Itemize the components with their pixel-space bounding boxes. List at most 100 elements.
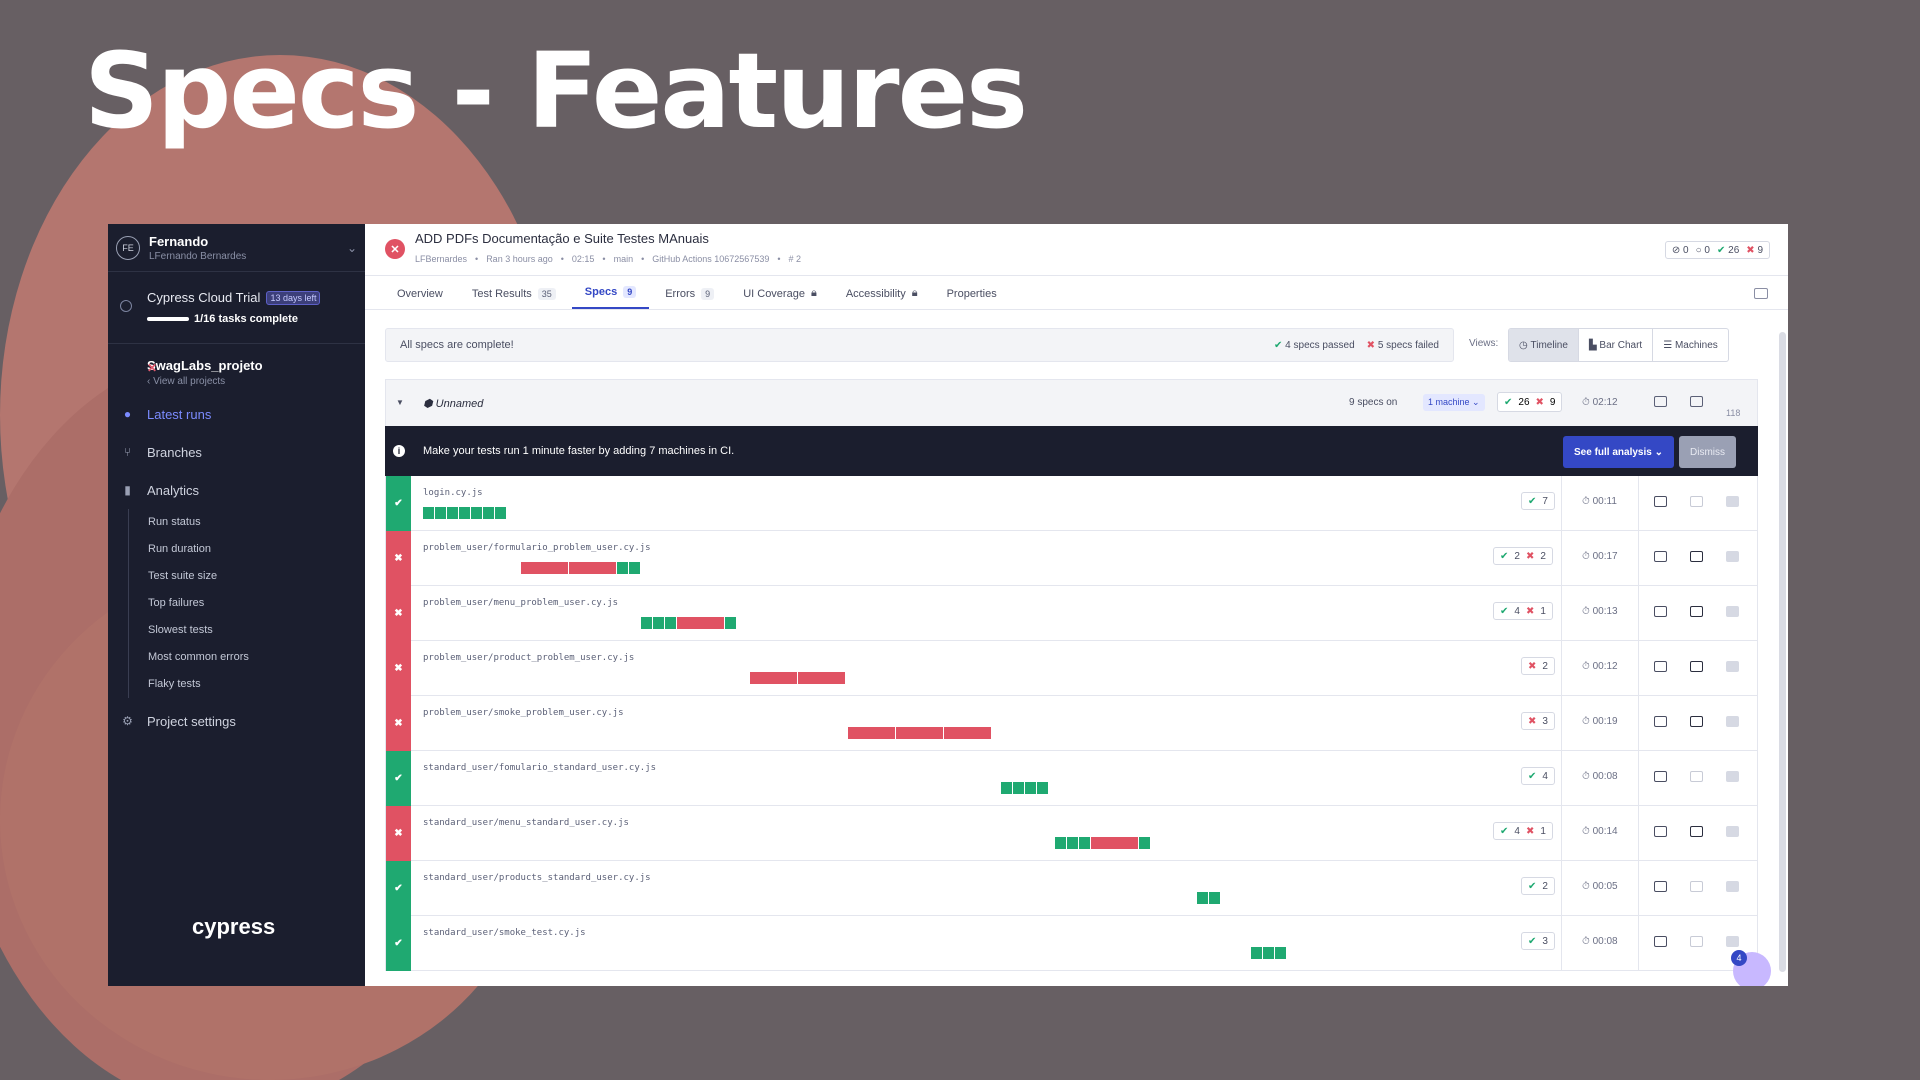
screenshot-icon[interactable] xyxy=(1690,936,1703,947)
timeline-test-failed[interactable] xyxy=(896,727,944,739)
video-icon[interactable] xyxy=(1726,936,1739,947)
chevron-down-icon[interactable]: ⌄ xyxy=(347,241,357,255)
timeline-test-passed[interactable] xyxy=(1036,782,1048,794)
timeline-test-passed[interactable] xyxy=(459,507,470,519)
screenshot-icon[interactable] xyxy=(1690,661,1703,672)
timeline-test-passed[interactable] xyxy=(629,562,641,574)
nav-project-settings[interactable]: ⚙ Project settings xyxy=(108,702,365,740)
dismiss-button[interactable]: Dismiss xyxy=(1679,436,1736,468)
spec-row[interactable]: ✔ standard_user/fomulario_standard_user.c… xyxy=(385,751,1758,806)
timeline-test-failed[interactable] xyxy=(677,617,724,629)
timeline-test-passed[interactable] xyxy=(1079,837,1091,849)
timeline-test-passed[interactable] xyxy=(1139,837,1151,849)
spec-row[interactable]: ✔ standard_user/products_standard_user.cy… xyxy=(385,861,1758,916)
view-bar-chart-button[interactable]: ▙ Bar Chart xyxy=(1579,329,1654,361)
timeline-test-passed[interactable] xyxy=(653,617,664,629)
view-all-projects-link[interactable]: ‹ View all projects xyxy=(147,376,365,387)
spec-row[interactable]: ✖ problem_user/smoke_problem_user.cy.js ✖ 3… xyxy=(385,696,1758,751)
timeline-test-failed[interactable] xyxy=(521,562,569,574)
timeline-test-passed[interactable] xyxy=(1208,892,1220,904)
timeline-test-failed[interactable] xyxy=(944,727,992,739)
screenshot-icon[interactable] xyxy=(1690,606,1703,617)
analytics-item[interactable]: Run status xyxy=(148,509,365,536)
scrollbar[interactable] xyxy=(1779,332,1786,972)
spec-group-header[interactable]: ▼ ⬢ Unnamed 9 specs on 1 machine ⌄ ✔ 26 ✖ 9… xyxy=(385,379,1758,427)
timeline-test-passed[interactable] xyxy=(447,507,458,519)
output-icon[interactable] xyxy=(1654,551,1667,562)
timeline-test-passed[interactable] xyxy=(617,562,629,574)
machine-dropdown[interactable]: 1 machine ⌄ xyxy=(1423,394,1485,411)
timeline-test-passed[interactable] xyxy=(1196,892,1208,904)
timeline-test-passed[interactable] xyxy=(641,617,652,629)
help-button[interactable]: 4 xyxy=(1731,950,1771,986)
tab-properties[interactable]: Properties xyxy=(947,288,1010,309)
spec-path[interactable]: problem_user/product_problem_user.cy.js xyxy=(423,653,634,663)
timeline-test-passed[interactable] xyxy=(1263,947,1275,959)
timeline-test-failed[interactable] xyxy=(750,672,797,684)
timeline-test-failed[interactable] xyxy=(798,672,845,684)
timeline-test-failed[interactable] xyxy=(569,562,617,574)
output-icon[interactable] xyxy=(1654,771,1667,782)
tab-accessibility[interactable]: Accessibility 🔒︎ xyxy=(846,287,931,309)
output-icon[interactable] xyxy=(1654,716,1667,727)
analytics-item[interactable]: Flaky tests xyxy=(148,671,365,698)
archive-icon[interactable] xyxy=(1754,288,1768,299)
tab-specs[interactable]: Specs 9 xyxy=(571,286,650,309)
timeline-test-passed[interactable] xyxy=(471,507,482,519)
timeline-test-failed[interactable] xyxy=(848,727,896,739)
timeline-test-passed[interactable] xyxy=(1251,947,1263,959)
nav-latest-runs[interactable]: ● Latest runs xyxy=(108,395,365,433)
spec-row[interactable]: ✖ problem_user/formulario_problem_user.cy… xyxy=(385,531,1758,586)
timeline-test-passed[interactable] xyxy=(483,507,494,519)
spec-path[interactable]: problem_user/smoke_problem_user.cy.js xyxy=(423,708,623,718)
screenshot-icon[interactable] xyxy=(1690,496,1703,507)
tab-test-results[interactable]: Test Results 35 xyxy=(472,288,569,309)
run-branch[interactable]: main xyxy=(614,254,634,264)
user-switcher[interactable]: FE Fernando LFernando Bernardes ⌄ xyxy=(108,224,365,272)
screenshot-icon[interactable] xyxy=(1690,771,1703,782)
view-timeline-button[interactable]: ◷ Timeline xyxy=(1509,329,1579,361)
run-ci[interactable]: GitHub Actions 10672567539 xyxy=(652,254,769,264)
timeline-test-passed[interactable] xyxy=(1055,837,1067,849)
video-icon[interactable] xyxy=(1726,771,1739,782)
screenshot-icon[interactable] xyxy=(1690,826,1703,837)
video-icon[interactable] xyxy=(1726,496,1739,507)
spec-row[interactable]: ✔ login.cy.js ✔ 7 ⏱ 00:11 xyxy=(385,476,1758,531)
spec-row[interactable]: ✖ problem_user/menu_problem_user.cy.js ✔ 4 ✖… xyxy=(385,586,1758,641)
spec-path[interactable]: problem_user/formulario_problem_user.cy.… xyxy=(423,543,651,553)
video-icon[interactable] xyxy=(1726,606,1739,617)
spec-path[interactable]: standard_user/products_standard_user.cy.… xyxy=(423,873,651,883)
output-icon[interactable] xyxy=(1654,661,1667,672)
trial-card[interactable]: Cypress Cloud Trial 13 days left 1/16 tas… xyxy=(108,272,365,344)
timeline-test-passed[interactable] xyxy=(1275,947,1287,959)
output-icon[interactable] xyxy=(1654,496,1667,507)
timeline-test-passed[interactable] xyxy=(495,507,506,519)
screenshot-icon[interactable] xyxy=(1690,551,1703,562)
output-icon[interactable] xyxy=(1654,396,1667,407)
timeline-test-passed[interactable] xyxy=(665,617,676,629)
analytics-item[interactable]: Test suite size xyxy=(148,563,365,590)
spec-path[interactable]: login.cy.js xyxy=(423,488,483,498)
video-icon[interactable] xyxy=(1726,716,1739,727)
analytics-item[interactable]: Run duration xyxy=(148,536,365,563)
timeline-test-passed[interactable] xyxy=(435,507,446,519)
timeline-test-failed[interactable] xyxy=(1091,837,1139,849)
video-icon[interactable] xyxy=(1726,661,1739,672)
spec-row[interactable]: ✖ problem_user/product_problem_user.cy.js… xyxy=(385,641,1758,696)
video-icon[interactable] xyxy=(1726,881,1739,892)
timeline-test-passed[interactable] xyxy=(1067,837,1079,849)
timeline-test-passed[interactable] xyxy=(1024,782,1036,794)
output-icon[interactable] xyxy=(1654,936,1667,947)
screenshot-icon[interactable] xyxy=(1690,881,1703,892)
output-icon[interactable] xyxy=(1654,881,1667,892)
tab-ui-coverage[interactable]: UI Coverage 🔒︎ xyxy=(743,287,830,309)
analytics-item[interactable]: Most common errors xyxy=(148,644,365,671)
spec-path[interactable]: standard_user/fomulario_standard_user.cy… xyxy=(423,763,656,773)
analytics-item[interactable]: Top failures xyxy=(148,590,365,617)
screenshot-icon[interactable] xyxy=(1690,716,1703,727)
output-icon[interactable] xyxy=(1654,826,1667,837)
timeline-test-passed[interactable] xyxy=(725,617,736,629)
see-full-analysis-button[interactable]: See full analysis ⌄ xyxy=(1563,436,1674,468)
spec-row[interactable]: ✖ standard_user/menu_standard_user.cy.js ✔… xyxy=(385,806,1758,861)
spec-path[interactable]: standard_user/smoke_test.cy.js xyxy=(423,928,586,938)
